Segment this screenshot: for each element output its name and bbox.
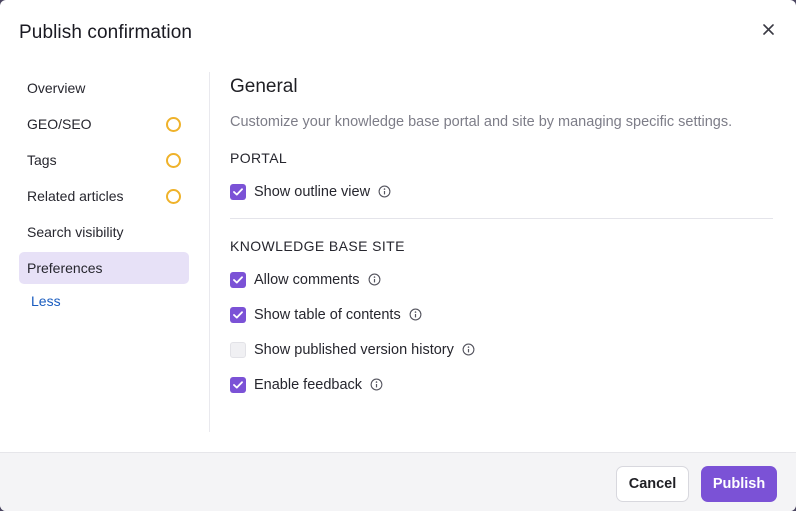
preferences-panel: General Customize your knowledge base po… (230, 76, 775, 402)
sidebar-item-overview[interactable]: Overview (19, 72, 189, 104)
section-divider (230, 218, 773, 219)
allow-comments-checkbox[interactable] (230, 271, 246, 288)
checkmark-icon (233, 275, 243, 283)
pending-ring-icon (166, 188, 181, 204)
publish-dialog: Publish confirmation Overview GEO/SEO Ta… (0, 0, 796, 511)
option-label: Show table of contents (254, 306, 401, 323)
dialog-title: Publish confirmation (19, 22, 193, 43)
less-link[interactable]: Less (19, 293, 189, 309)
option-allow-comments: Allow comments (230, 262, 775, 297)
sidebar-item-label: Search visibility (27, 224, 124, 240)
info-icon[interactable] (462, 343, 475, 356)
sidebar-nav: Overview GEO/SEO Tags Related articles S… (19, 72, 189, 309)
option-label: Show outline view (254, 183, 371, 200)
sidebar-item-related-articles[interactable]: Related articles (19, 180, 189, 212)
option-label: Show published version history (254, 341, 454, 358)
show-published-version-history-checkbox[interactable] (230, 341, 246, 358)
option-show-published-version-history: Show published version history (230, 332, 775, 367)
close-button[interactable] (759, 20, 777, 38)
sidebar-item-label: Related articles (27, 188, 124, 204)
option-enable-feedback: Enable feedback (230, 367, 775, 402)
sidebar-item-tags[interactable]: Tags (19, 144, 189, 176)
pending-ring-icon (166, 152, 181, 168)
dialog-footer: Cancel Publish (0, 452, 796, 511)
info-icon[interactable] (370, 378, 383, 391)
section-description: Customize your knowledge base portal and… (230, 114, 733, 130)
show-outline-view-checkbox[interactable] (230, 183, 246, 200)
option-show-table-of-contents: Show table of contents (230, 297, 775, 332)
close-icon (762, 23, 774, 35)
publish-button[interactable]: Publish (701, 466, 777, 502)
enable-feedback-checkbox[interactable] (230, 376, 246, 393)
sidebar-divider (209, 72, 210, 432)
checkmark-icon (233, 310, 243, 318)
checkmark-icon (233, 187, 243, 195)
sidebar-item-search-visibility[interactable]: Search visibility (19, 216, 189, 248)
sidebar-item-geo-seo[interactable]: GEO/SEO (19, 108, 189, 140)
info-icon[interactable] (409, 308, 422, 321)
option-label: Allow comments (254, 271, 360, 288)
option-label: Enable feedback (254, 376, 363, 393)
info-icon[interactable] (378, 185, 391, 198)
site-heading: KNOWLEDGE BASE SITE (230, 238, 405, 254)
portal-heading: PORTAL (230, 150, 288, 166)
info-icon[interactable] (368, 273, 381, 286)
option-show-outline-view: Show outline view (230, 174, 775, 209)
sidebar-item-label: Tags (27, 152, 57, 168)
checkmark-icon (233, 380, 243, 388)
sidebar-item-label: Preferences (27, 260, 103, 276)
sidebar-item-preferences[interactable]: Preferences (19, 252, 189, 284)
section-title: General (230, 76, 298, 97)
show-table-of-contents-checkbox[interactable] (230, 306, 246, 323)
cancel-button[interactable]: Cancel (616, 466, 689, 502)
sidebar-item-label: Overview (27, 80, 86, 96)
pending-ring-icon (166, 116, 181, 132)
sidebar-item-label: GEO/SEO (27, 116, 92, 132)
